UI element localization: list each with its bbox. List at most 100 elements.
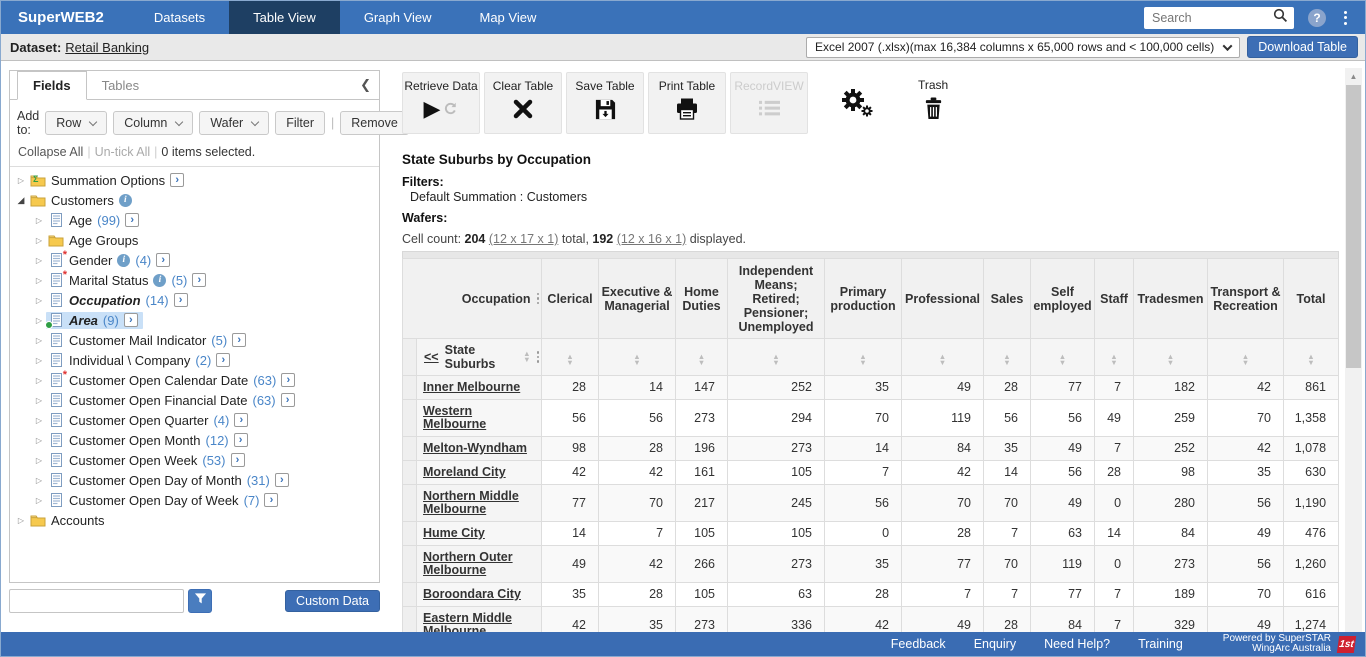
nav-tab-datasets[interactable]: Datasets [130, 1, 229, 34]
data-cell[interactable]: 1,274 [1284, 607, 1339, 633]
add-to-row-button[interactable]: Row [45, 111, 107, 135]
data-cell[interactable]: 35 [542, 583, 599, 607]
data-cell[interactable]: 28 [599, 583, 676, 607]
tree-expander-icon[interactable]: ▷ [32, 416, 46, 425]
column-menu-icon[interactable] [537, 293, 540, 305]
data-cell[interactable]: 49 [902, 376, 984, 400]
data-cell[interactable]: 49 [1031, 485, 1095, 522]
scrollbar-thumb[interactable] [1346, 85, 1361, 368]
tree-expander-icon[interactable]: ▷ [32, 296, 46, 305]
row-field-header[interactable]: <<State Suburbs▲▼ [417, 339, 542, 376]
data-cell[interactable]: 77 [1031, 376, 1095, 400]
data-cell[interactable]: 42 [599, 461, 676, 485]
data-cell[interactable]: 252 [728, 376, 825, 400]
data-cell[interactable]: 1,078 [1284, 437, 1339, 461]
column-sort-header[interactable]: ▲▼ [984, 339, 1031, 376]
column-header[interactable]: Professional [902, 259, 984, 339]
tree-expander-icon[interactable]: ▷ [32, 436, 46, 445]
field-arrow-button[interactable]: › [124, 313, 138, 327]
field-arrow-button[interactable]: › [232, 333, 246, 347]
info-icon[interactable]: i [119, 194, 132, 207]
tree-expander-icon[interactable]: ▷ [32, 356, 46, 365]
column-sort-header[interactable]: ▲▼ [1134, 339, 1208, 376]
column-sort-header[interactable]: ▲▼ [1284, 339, 1339, 376]
data-cell[interactable]: 42 [542, 607, 599, 633]
retrieve-data-button[interactable]: Retrieve Data ▶ [402, 72, 480, 134]
footer-link-training[interactable]: Training [1138, 637, 1183, 651]
data-cell[interactable]: 56 [1208, 546, 1284, 583]
column-header[interactable]: Tradesmen [1134, 259, 1208, 339]
column-sort-header[interactable]: ▲▼ [599, 339, 676, 376]
column-header[interactable]: Primary production [825, 259, 902, 339]
data-cell[interactable]: 56 [1031, 400, 1095, 437]
sort-icon[interactable]: ▲▼ [1059, 354, 1066, 366]
field-arrow-button[interactable]: › [174, 293, 188, 307]
print-table-button[interactable]: Print Table [648, 72, 726, 134]
data-cell[interactable]: 28 [1095, 461, 1134, 485]
data-cell[interactable]: 273 [676, 400, 728, 437]
data-cell[interactable]: 7 [1095, 583, 1134, 607]
field-arrow-button[interactable]: › [234, 433, 248, 447]
field-arrow-button[interactable]: › [281, 373, 295, 387]
table-options-button[interactable] [838, 72, 874, 123]
tree-expander-icon[interactable]: ▷ [32, 316, 46, 325]
column-sort-header[interactable]: ▲▼ [902, 339, 984, 376]
download-table-button[interactable]: Download Table [1247, 36, 1358, 58]
tree-item[interactable]: ▷Customer Open Week(53)› [10, 450, 379, 470]
field-arrow-button[interactable]: › [192, 273, 206, 287]
tree-expander-icon[interactable]: ◢ [14, 195, 28, 206]
data-cell[interactable]: 49 [902, 607, 984, 633]
data-cell[interactable]: 35 [825, 376, 902, 400]
sort-icon[interactable]: ▲▼ [859, 354, 866, 366]
tree-item[interactable]: ▷Occupation(14)› [10, 290, 379, 310]
data-cell[interactable]: 63 [1031, 522, 1095, 546]
data-cell[interactable]: 105 [676, 522, 728, 546]
tree-expander-icon[interactable]: ▷ [32, 396, 46, 405]
tree-item[interactable]: ▷Customer Open Month(12)› [10, 430, 379, 450]
data-cell[interactable]: 14 [599, 376, 676, 400]
data-cell[interactable]: 1,260 [1284, 546, 1339, 583]
data-cell[interactable]: 56 [599, 400, 676, 437]
dataset-name-link[interactable]: Retail Banking [65, 40, 149, 55]
tab-tables[interactable]: Tables [87, 72, 155, 99]
data-cell[interactable]: 42 [1208, 376, 1284, 400]
row-label-link[interactable]: Western Melbourne [423, 404, 486, 431]
sort-icon[interactable]: ▲▼ [1242, 354, 1249, 366]
sort-icon[interactable]: ▲▼ [698, 354, 705, 366]
row-label-link[interactable]: Inner Melbourne [423, 380, 520, 394]
row-label-link[interactable]: Melton-Wyndham [423, 441, 527, 455]
data-cell[interactable]: 0 [825, 522, 902, 546]
data-cell[interactable]: 70 [1208, 583, 1284, 607]
row-label-link[interactable]: Northern Outer Melbourne [423, 550, 513, 577]
nav-tab-table-view[interactable]: Table View [229, 1, 340, 34]
vertical-scrollbar[interactable]: ▲ [1345, 68, 1362, 632]
data-cell[interactable]: 119 [1031, 546, 1095, 583]
data-cell[interactable]: 7 [1095, 607, 1134, 633]
untick-all-link[interactable]: Un-tick All [95, 145, 151, 159]
tree-expander-icon[interactable]: ▷ [32, 256, 46, 265]
column-header[interactable]: Self employed [1031, 259, 1095, 339]
data-cell[interactable]: 14 [1095, 522, 1134, 546]
cell-count-total-link[interactable]: (12 x 17 x 1) [489, 232, 558, 246]
sort-icon[interactable]: ▲▼ [1110, 354, 1117, 366]
tree-item[interactable]: ▷Customer Open Quarter(4)› [10, 410, 379, 430]
footer-link-need-help[interactable]: Need Help? [1044, 637, 1110, 651]
data-cell[interactable]: 266 [676, 546, 728, 583]
data-cell[interactable]: 14 [542, 522, 599, 546]
column-field-header[interactable]: Occupation [403, 259, 542, 339]
download-format-select[interactable]: Excel 2007 (.xlsx)(max 16,384 columns x … [806, 37, 1240, 58]
data-cell[interactable]: 49 [1095, 400, 1134, 437]
nav-tab-graph-view[interactable]: Graph View [340, 1, 456, 34]
tree-expander-icon[interactable]: ▷ [32, 336, 46, 345]
data-cell[interactable]: 105 [728, 461, 825, 485]
data-cell[interactable]: 0 [1095, 546, 1134, 583]
tree-expander-icon[interactable]: ▷ [32, 496, 46, 505]
data-cell[interactable]: 105 [728, 522, 825, 546]
data-cell[interactable]: 7 [984, 583, 1031, 607]
column-header[interactable]: Staff [1095, 259, 1134, 339]
data-cell[interactable]: 273 [728, 546, 825, 583]
column-sort-header[interactable]: ▲▼ [1031, 339, 1095, 376]
sort-icon[interactable]: ▲▼ [1167, 354, 1174, 366]
data-cell[interactable]: 56 [1031, 461, 1095, 485]
data-cell[interactable]: 98 [1134, 461, 1208, 485]
